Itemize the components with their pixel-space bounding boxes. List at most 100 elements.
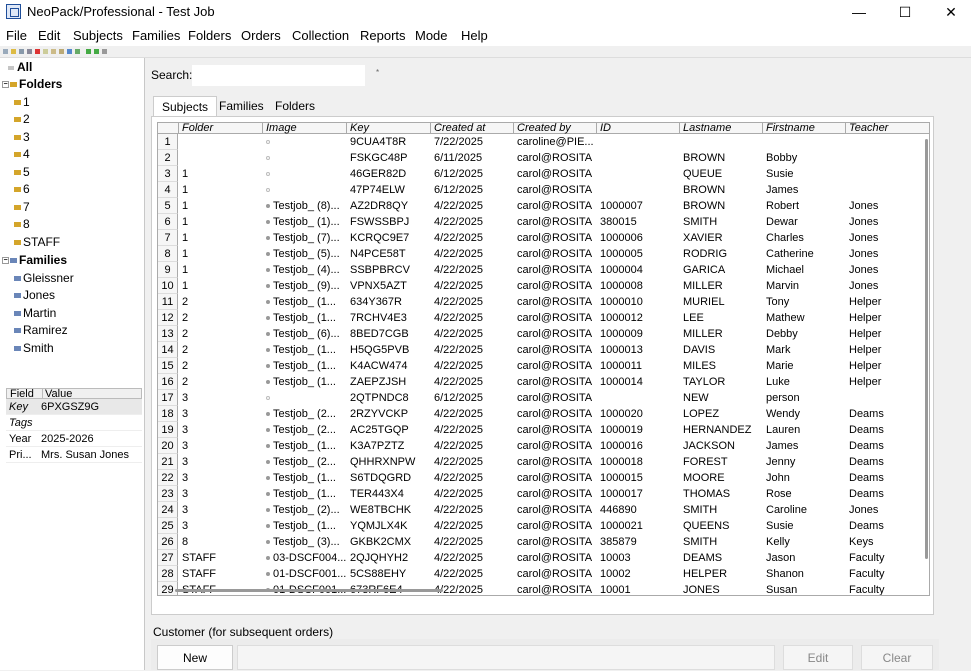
cell-image[interactable]: Testjob_ (1... — [263, 310, 347, 326]
menu-help[interactable]: Help — [461, 28, 488, 43]
cell-id[interactable] — [597, 166, 680, 182]
cell-last[interactable]: LEE — [680, 310, 763, 326]
cell-by[interactable]: carol@ROSITA — [514, 246, 597, 262]
table-row[interactable]: 7 1 Testjob_ (7)... KCRQC9E7 4/22/2025 carol@… — [158, 230, 924, 246]
cell-folder[interactable]: 3 — [179, 486, 263, 502]
tree-family-jones[interactable]: Jones — [14, 288, 55, 305]
row-number[interactable]: 10 — [158, 278, 178, 294]
cell-image[interactable]: Testjob_ (1... — [263, 438, 347, 454]
cell-key[interactable]: 2RZYVCKP — [347, 406, 431, 422]
cell-by[interactable]: carol@ROSITA — [514, 230, 597, 246]
cell-first[interactable]: Susan — [763, 582, 846, 595]
cell-created[interactable]: 4/22/2025 — [431, 246, 514, 262]
cell-folder[interactable]: 1 — [179, 262, 263, 278]
cell-id[interactable]: 1000014 — [597, 374, 680, 390]
copy-icon[interactable] — [51, 49, 56, 54]
cell-teacher[interactable]: Helper — [846, 342, 924, 358]
cell-by[interactable]: carol@ROSITA — [514, 342, 597, 358]
table-row[interactable]: 15 2 Testjob_ (1... K4ACW474 4/22/2025 carol@… — [158, 358, 924, 374]
tree-folder-7[interactable]: 7 — [14, 200, 30, 217]
cell-id[interactable]: 1000008 — [597, 278, 680, 294]
cell-key[interactable]: KCRQC9E7 — [347, 230, 431, 246]
cell-by[interactable]: carol@ROSITA — [514, 582, 597, 595]
cell-last[interactable]: TAYLOR — [680, 374, 763, 390]
cell-key[interactable]: ZAEPZJSH — [347, 374, 431, 390]
cell-id[interactable]: 10002 — [597, 566, 680, 582]
cell-key[interactable]: S6TDQGRD — [347, 470, 431, 486]
tree-folder-1[interactable]: 1 — [14, 95, 30, 112]
cell-teacher[interactable]: Jones — [846, 246, 924, 262]
col-key[interactable]: Key — [347, 123, 431, 134]
cell-teacher[interactable]: Jones — [846, 278, 924, 294]
cell-by[interactable]: carol@ROSITA — [514, 486, 597, 502]
cell-teacher[interactable]: Deams — [846, 454, 924, 470]
cell-last[interactable]: NEW — [680, 390, 763, 406]
cell-by[interactable]: carol@ROSITA — [514, 182, 597, 198]
cell-created[interactable]: 4/22/2025 — [431, 326, 514, 342]
cell-created[interactable]: 4/22/2025 — [431, 550, 514, 566]
cell-last[interactable]: SMITH — [680, 214, 763, 230]
cell-last[interactable]: XAVIER — [680, 230, 763, 246]
paste-icon[interactable] — [59, 49, 64, 54]
minimize-button[interactable]: — — [836, 0, 882, 24]
horizontal-scrollbar[interactable] — [175, 589, 443, 592]
row-number[interactable]: 3 — [158, 166, 178, 182]
row-number[interactable]: 23 — [158, 486, 178, 502]
row-number[interactable]: 16 — [158, 374, 178, 390]
cell-key[interactable]: FSWSSBPJ — [347, 214, 431, 230]
cell-last[interactable] — [680, 134, 763, 150]
cell-first[interactable]: Wendy — [763, 406, 846, 422]
cell-folder[interactable]: 3 — [179, 470, 263, 486]
row-number[interactable]: 13 — [158, 326, 178, 342]
cell-id[interactable]: 1000010 — [597, 294, 680, 310]
cell-by[interactable]: carol@ROSITA — [514, 198, 597, 214]
cell-by[interactable]: carol@ROSITA — [514, 294, 597, 310]
tab-folders[interactable]: Folders — [267, 96, 323, 116]
new-icon[interactable] — [3, 49, 8, 54]
row-number[interactable]: 9 — [158, 262, 178, 278]
table-row[interactable]: 26 8 Testjob_ (3)... GKBK2CMX 4/22/2025 carol… — [158, 534, 924, 550]
cell-by[interactable]: carol@ROSITA — [514, 374, 597, 390]
row-number[interactable]: 4 — [158, 182, 178, 198]
cell-folder[interactable]: 2 — [179, 374, 263, 390]
cell-by[interactable]: carol@ROSITA — [514, 278, 597, 294]
cell-id[interactable]: 1000017 — [597, 486, 680, 502]
cell-image[interactable]: Testjob_ (1... — [263, 374, 347, 390]
cell-id[interactable]: 1000006 — [597, 230, 680, 246]
cell-by[interactable]: carol@ROSITA — [514, 358, 597, 374]
cell-created[interactable]: 4/22/2025 — [431, 310, 514, 326]
cell-last[interactable]: MILES — [680, 358, 763, 374]
cell-created[interactable]: 4/22/2025 — [431, 486, 514, 502]
table-row[interactable]: 11 2 Testjob_ (1... 634Y367R 4/22/2025 carol@… — [158, 294, 924, 310]
cell-image[interactable]: Testjob_ (3)... — [263, 534, 347, 550]
cell-key[interactable]: TER443X4 — [347, 486, 431, 502]
value-column-header[interactable]: Value — [42, 389, 72, 400]
cell-image[interactable]: Testjob_ (1)... — [263, 214, 347, 230]
cell-created[interactable]: 4/22/2025 — [431, 214, 514, 230]
cell-teacher[interactable]: Faculty — [846, 582, 924, 595]
cell-created[interactable]: 4/22/2025 — [431, 518, 514, 534]
cell-last[interactable]: SMITH — [680, 534, 763, 550]
field-row-tags[interactable]: Tags — [6, 415, 142, 431]
cell-folder[interactable] — [179, 150, 263, 166]
cell-id[interactable] — [597, 390, 680, 406]
cell-key[interactable]: K4ACW474 — [347, 358, 431, 374]
table-row[interactable]: 27 STAFF 03-DSCF004... 2QJQHYH2 4/22/2025 car… — [158, 550, 924, 566]
cell-created[interactable]: 4/22/2025 — [431, 422, 514, 438]
cell-created[interactable]: 4/22/2025 — [431, 342, 514, 358]
cell-last[interactable]: BROWN — [680, 150, 763, 166]
table-row[interactable]: 10 1 Testjob_ (9)... VPNX5AZT 4/22/2025 carol… — [158, 278, 924, 294]
cell-first[interactable]: Jenny — [763, 454, 846, 470]
row-number[interactable]: 17 — [158, 390, 178, 406]
cell-last[interactable]: JONES — [680, 582, 763, 595]
cell-image[interactable] — [263, 134, 347, 150]
cell-last[interactable]: QUEENS — [680, 518, 763, 534]
maximize-button[interactable]: ☐ — [882, 0, 928, 24]
cell-by[interactable]: carol@ROSITA — [514, 150, 597, 166]
cell-folder[interactable]: 8 — [179, 534, 263, 550]
row-number[interactable]: 2 — [158, 150, 178, 166]
cell-first[interactable]: James — [763, 182, 846, 198]
cell-last[interactable]: DAVIS — [680, 342, 763, 358]
cut-icon[interactable] — [43, 49, 48, 54]
cell-image[interactable]: Testjob_ (1... — [263, 486, 347, 502]
